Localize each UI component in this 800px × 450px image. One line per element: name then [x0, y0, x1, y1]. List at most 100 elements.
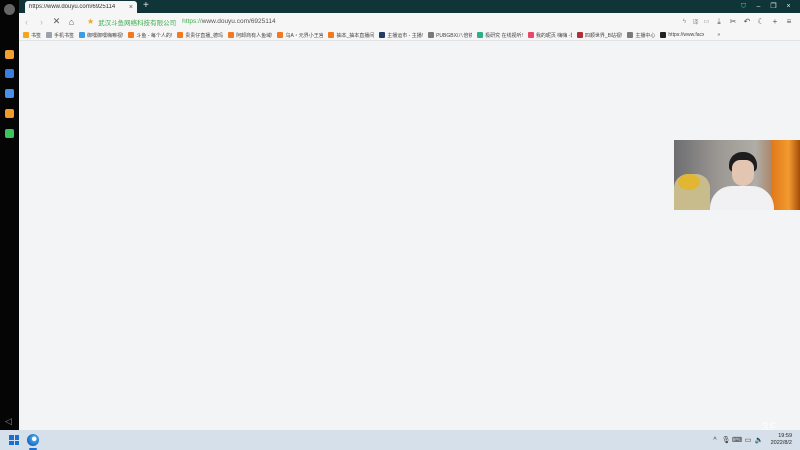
- bookmark-label: 御嘿御嘿嗨嘛视!: [87, 32, 124, 39]
- green-square-icon: [477, 32, 484, 38]
- phone-icon: [46, 32, 53, 38]
- bookmark-label: https://www.facx: [668, 32, 705, 38]
- browser-window: https://www.douyu.com/6925114 × + ⛉ – ❐ …: [19, 0, 800, 430]
- orange-app-icon[interactable]: [5, 50, 14, 59]
- reader-icon[interactable]: ▭: [701, 18, 712, 25]
- orange-app-icon[interactable]: [5, 109, 14, 118]
- bookmark-label: 主播中心: [635, 32, 656, 39]
- bookmark-item[interactable]: 斗鱼 - 每个人的!: [128, 32, 172, 39]
- bookmark-item[interactable]: 主播运市 - 主播!: [379, 32, 423, 39]
- clock-date: 2022/8/2: [770, 440, 792, 446]
- bookmark-item[interactable]: 手机书签: [46, 32, 74, 39]
- start-windows-icon[interactable]: [9, 435, 19, 445]
- clock[interactable]: 19:59 2022/8/2: [771, 433, 792, 447]
- close-window-button[interactable]: ×: [781, 1, 796, 12]
- bookmark-label: 抽本_抽本直播间: [336, 32, 375, 39]
- bookmark-label: PUBGBX/八倍镜: [436, 32, 473, 39]
- forward-button[interactable]: ›: [34, 17, 49, 27]
- tv-icon: [79, 32, 86, 38]
- red-circle-icon: [576, 32, 583, 38]
- bookmark-item[interactable]: 抽本_抽本直播间: [328, 32, 374, 39]
- bookmark-label: 四顺世界_B站视!: [584, 32, 623, 39]
- dark-square-icon: [379, 32, 386, 38]
- undo-icon[interactable]: ↶: [740, 17, 754, 26]
- globe-icon: [627, 32, 634, 38]
- blue-app-icon[interactable]: [5, 89, 14, 98]
- network-icon[interactable]: ▭: [743, 436, 754, 444]
- night-mode-icon[interactable]: ☾: [754, 17, 768, 26]
- home-button[interactable]: ⌂: [64, 17, 79, 27]
- collapse-sidebar-icon[interactable]: ◁: [5, 416, 12, 427]
- avatar[interactable]: [4, 4, 15, 15]
- tab-close-icon[interactable]: ×: [129, 4, 133, 11]
- system-tray: ^ 🎙 ⌨ ▭ 🔈 19:59 2022/8/2: [710, 430, 792, 450]
- more-icon: [709, 32, 716, 38]
- bookmark-item[interactable]: »: [709, 32, 720, 38]
- bookmark-item[interactable]: 阿卸商有人鱼域!: [228, 32, 272, 39]
- tab-title: https://www.douyu.com/6925114: [29, 4, 116, 10]
- tab-douyu[interactable]: https://www.douyu.com/6925114 ×: [25, 1, 137, 13]
- favorite-star-icon[interactable]: ★: [87, 17, 94, 26]
- green-app-icon[interactable]: [5, 129, 14, 138]
- pink-icon: [527, 32, 534, 38]
- bookmark-label: 主播运市 - 主播!: [387, 32, 424, 39]
- bookmark-item[interactable]: 极研究 在线视听!: [477, 32, 523, 39]
- bookmark-label: »: [717, 32, 721, 38]
- bookmark-label: 书签: [31, 32, 42, 39]
- url-protocol: https://: [182, 18, 202, 25]
- douyu-icon: [177, 32, 184, 38]
- taskbar: ^ 🎙 ⌨ ▭ 🔈 19:59 2022/8/2: [0, 430, 800, 450]
- webcam-overlay: [674, 140, 800, 210]
- download-icon[interactable]: ⤓: [712, 17, 726, 27]
- globe-icon: [428, 32, 435, 38]
- navigation-bar: ‹ › ✕ ⌂ ★ 武汉斗鱼网络科技有限公司 https:// www.douy…: [19, 13, 800, 30]
- bookmarks-bar: 书签 手机书签 御嘿御嘿嗨嘛视! 斗鱼 - 每个人的! 贵贵仔直播_德玛 阿卸商有人鱼域!…: [19, 30, 800, 41]
- minimize-button[interactable]: –: [751, 1, 766, 12]
- browser-taskbar-icon[interactable]: [27, 434, 39, 446]
- bookmark-item[interactable]: https://www.facx: [660, 32, 704, 38]
- bookmark-item[interactable]: 书签: [23, 32, 41, 39]
- site-certificate[interactable]: 武汉斗鱼网络科技有限公司: [98, 17, 176, 27]
- douyu-icon: [228, 32, 235, 38]
- bookmark-label: 贵贵仔直播_德玛: [185, 32, 224, 39]
- address-bar[interactable]: ★ 武汉斗鱼网络科技有限公司 https:// www.douyu.com/69…: [87, 15, 647, 28]
- shield-icon[interactable]: ⛉: [736, 1, 751, 12]
- douyu-icon: [277, 32, 284, 38]
- bookmark-item[interactable]: 贵贵仔直播_德玛: [177, 32, 223, 39]
- tray-chevron-icon[interactable]: ^: [710, 437, 721, 444]
- blue-app-icon[interactable]: [5, 69, 14, 78]
- bookmark-label: 乌A・元界小王宫: [285, 32, 324, 39]
- lightning-icon[interactable]: ϟ: [679, 19, 690, 25]
- bookmark-item[interactable]: PUBGBX/八倍镜: [428, 32, 472, 39]
- microphone-icon[interactable]: 🎙: [721, 436, 732, 444]
- star-icon: [23, 32, 29, 38]
- new-tab-button[interactable]: +: [143, 0, 149, 12]
- bookmark-label: 我的昵页 嗨嗨 -影: [535, 32, 572, 39]
- keyboard-icon[interactable]: ⌨: [732, 436, 743, 444]
- bookmark-label: 阿卸商有人鱼域!: [236, 32, 273, 39]
- add-icon[interactable]: +: [768, 17, 782, 26]
- bookmark-item[interactable]: 御嘿御嘿嗨嘛视!: [79, 32, 123, 39]
- douyu-icon: [328, 32, 335, 38]
- cam-person-face: [732, 160, 754, 186]
- stop-button[interactable]: ✕: [49, 16, 64, 27]
- bookmark-label: 手机书签: [54, 32, 75, 39]
- bookmark-item[interactable]: 主播中心: [627, 32, 655, 39]
- bookmark-item[interactable]: 乌A・元界小王宫: [277, 32, 323, 39]
- back-button[interactable]: ‹: [19, 17, 34, 27]
- bookmark-label: 极研究 在线视听!: [485, 32, 523, 39]
- volume-icon[interactable]: 🔈: [754, 436, 765, 444]
- bookmark-label: 斗鱼 - 每个人的!: [136, 32, 173, 39]
- cam-plush-toy: [678, 174, 700, 190]
- window-controls: ⛉ – ❐ ×: [736, 1, 796, 12]
- translate-icon[interactable]: 译: [690, 17, 701, 26]
- bookmark-item[interactable]: 我的昵页 嗨嗨 -影: [527, 32, 572, 39]
- bookmark-item[interactable]: 四顺世界_B站视!: [576, 32, 623, 39]
- cam-orange-light: [772, 140, 800, 210]
- tools-icon[interactable]: ✂: [726, 17, 740, 26]
- douyu-icon: [128, 32, 135, 38]
- restore-button[interactable]: ❐: [766, 1, 781, 12]
- left-dock: ◁: [0, 0, 19, 430]
- clock-time: 19:59: [778, 433, 792, 439]
- menu-icon[interactable]: ≡: [782, 17, 796, 26]
